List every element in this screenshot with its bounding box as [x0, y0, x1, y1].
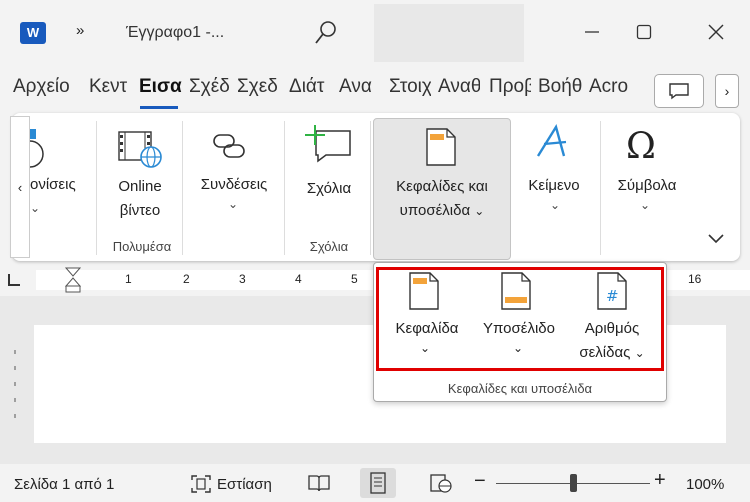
- ruler-mark: 1: [125, 272, 132, 286]
- account-area[interactable]: [374, 4, 524, 62]
- tab-acrobat[interactable]: Acro: [589, 76, 633, 98]
- chevron-down-icon: ⌄: [474, 204, 485, 218]
- quick-access-more-chevron[interactable]: »: [76, 22, 84, 39]
- comments-button[interactable]: [654, 74, 704, 108]
- chevron-down-icon: ⌄: [550, 198, 561, 212]
- print-layout-icon: [370, 472, 386, 494]
- partial-group-label[interactable]: ονίσεις: [30, 173, 90, 197]
- tab-view[interactable]: Προβ: [489, 76, 531, 98]
- links-button[interactable]: Συνδέσεις: [188, 173, 280, 197]
- focus-mode-button[interactable]: Εστίαση: [217, 476, 272, 493]
- web-layout-icon[interactable]: [430, 473, 452, 497]
- page-count-status[interactable]: Σελίδα 1 από 1: [14, 476, 114, 493]
- tab-home[interactable]: Κεντ: [89, 76, 131, 98]
- zoom-slider-thumb[interactable]: [569, 474, 577, 492]
- header-footer-group-label: Κεφαλίδες και υποσέλιδα: [447, 381, 593, 396]
- header-footer-label-line2: υποσέλιδα ⌄: [374, 199, 510, 223]
- header-footer-dropdown: Κεφαλίδα ⌄ Υποσέλιδο ⌄ # Αριθμός σελίδας…: [373, 262, 667, 402]
- omega-icon: Ω: [626, 126, 656, 167]
- ribbon-scroll-left-button[interactable]: ‹: [10, 116, 30, 258]
- group-separator: [370, 121, 371, 255]
- page-number-label-line1: Αριθμός: [584, 320, 640, 337]
- tab-help[interactable]: Βοήθ: [538, 76, 582, 98]
- symbols-button[interactable]: Σύμβολα: [604, 174, 690, 198]
- word-app-icon[interactable]: W: [20, 22, 46, 44]
- maximize-button[interactable]: [630, 18, 658, 46]
- online-video-icon: [118, 129, 162, 174]
- header-footer-label-line1: Κεφαλίδες και: [396, 178, 488, 195]
- read-mode-icon[interactable]: [308, 473, 330, 497]
- ribbon-scroll-right-button[interactable]: ›: [715, 74, 739, 108]
- print-layout-button[interactable]: [360, 468, 396, 498]
- comments-group-label: Σχόλια: [309, 239, 349, 254]
- partial-shape-icon: [26, 129, 56, 174]
- tab-selector-icon[interactable]: [8, 274, 20, 286]
- page-number-button[interactable]: Αριθμός σελίδας ⌄: [570, 317, 654, 365]
- tab-references[interactable]: Ανα: [339, 76, 381, 98]
- group-separator: [284, 121, 285, 255]
- media-group-label: Πολυμέσα: [112, 239, 172, 254]
- text-box-icon: [534, 124, 570, 165]
- header-footer-label: Κεφαλίδες και υποσέλιδα ⌄: [374, 175, 510, 223]
- ribbon-tabs: Αρχείο Κεντ Εισα Σχέδ Σχεδ Διάτ Ανα Στοι…: [0, 76, 750, 110]
- text-button[interactable]: Κείμενο: [514, 174, 594, 198]
- indent-marker-icon[interactable]: [64, 266, 82, 299]
- comment-icon: [669, 83, 689, 100]
- page-number-label-line2-text: σελίδας: [579, 344, 631, 361]
- zoom-out-button[interactable]: −: [474, 470, 486, 493]
- ruler-mark: 2: [183, 272, 190, 286]
- chevron-down-icon: ⌄: [30, 201, 41, 215]
- chevron-down-icon: ⌄: [420, 341, 431, 355]
- tab-mailings[interactable]: Στοιχ: [389, 76, 431, 98]
- page-number-label-line2: σελίδας ⌄: [570, 341, 654, 365]
- header-footer-label-line2-text: υποσέλιδα: [399, 202, 471, 219]
- close-button[interactable]: [702, 18, 730, 46]
- tab-review[interactable]: Αναθ: [438, 76, 480, 98]
- footer-icon: [500, 271, 532, 316]
- status-bar: Σελίδα 1 από 1 Εστίαση − + 100%: [0, 466, 750, 500]
- header-icon: [408, 271, 440, 316]
- tab-insert[interactable]: Εισα: [139, 76, 183, 98]
- ruler-mark: 5: [351, 272, 358, 286]
- svg-text:#: #: [606, 287, 619, 305]
- active-tab-indicator: [140, 106, 178, 109]
- tab-draw[interactable]: Σχέδ: [189, 76, 229, 98]
- group-separator: [182, 121, 183, 255]
- ruler-mark: 4: [295, 272, 302, 286]
- group-separator: [96, 121, 97, 255]
- document-title[interactable]: Έγγραφο1 -...: [126, 24, 224, 42]
- focus-icon[interactable]: [190, 474, 212, 498]
- ruler-mark: 3: [239, 272, 246, 286]
- zoom-level[interactable]: 100%: [686, 476, 724, 493]
- comment-button[interactable]: Σχόλια: [290, 177, 368, 201]
- minimize-button[interactable]: [578, 18, 606, 46]
- online-video-label-line2: βίντεο: [119, 202, 161, 219]
- online-video-button[interactable]: Online βίντεο: [102, 175, 178, 223]
- page-number-icon: #: [596, 271, 628, 316]
- ruler-mark: 16: [688, 272, 702, 286]
- new-comment-icon: [304, 123, 354, 174]
- links-icon: [212, 131, 248, 166]
- chevron-down-icon: ⌄: [513, 341, 524, 355]
- header-footer-button[interactable]: Κεφαλίδες και υποσέλιδα ⌄: [373, 118, 511, 260]
- tab-design[interactable]: Σχεδ: [237, 76, 281, 98]
- chevron-down-icon: ⌄: [228, 197, 239, 211]
- search-icon[interactable]: [314, 20, 338, 51]
- vertical-ruler[interactable]: [8, 340, 22, 450]
- header-button[interactable]: Κεφαλίδα: [382, 317, 472, 341]
- ruler-body: [36, 270, 376, 290]
- zoom-in-button[interactable]: +: [654, 469, 666, 492]
- group-separator: [600, 121, 601, 255]
- collapse-ribbon-chevron-icon[interactable]: [706, 232, 726, 251]
- chevron-down-icon: ⌄: [634, 346, 645, 360]
- tab-file[interactable]: Αρχείο: [13, 76, 77, 98]
- tab-layout[interactable]: Διάτ: [289, 76, 331, 98]
- footer-button[interactable]: Υποσέλιδο: [470, 317, 568, 341]
- chevron-down-icon: ⌄: [640, 198, 651, 212]
- header-footer-icon: [425, 127, 457, 172]
- online-video-label-line1: Online: [118, 178, 162, 195]
